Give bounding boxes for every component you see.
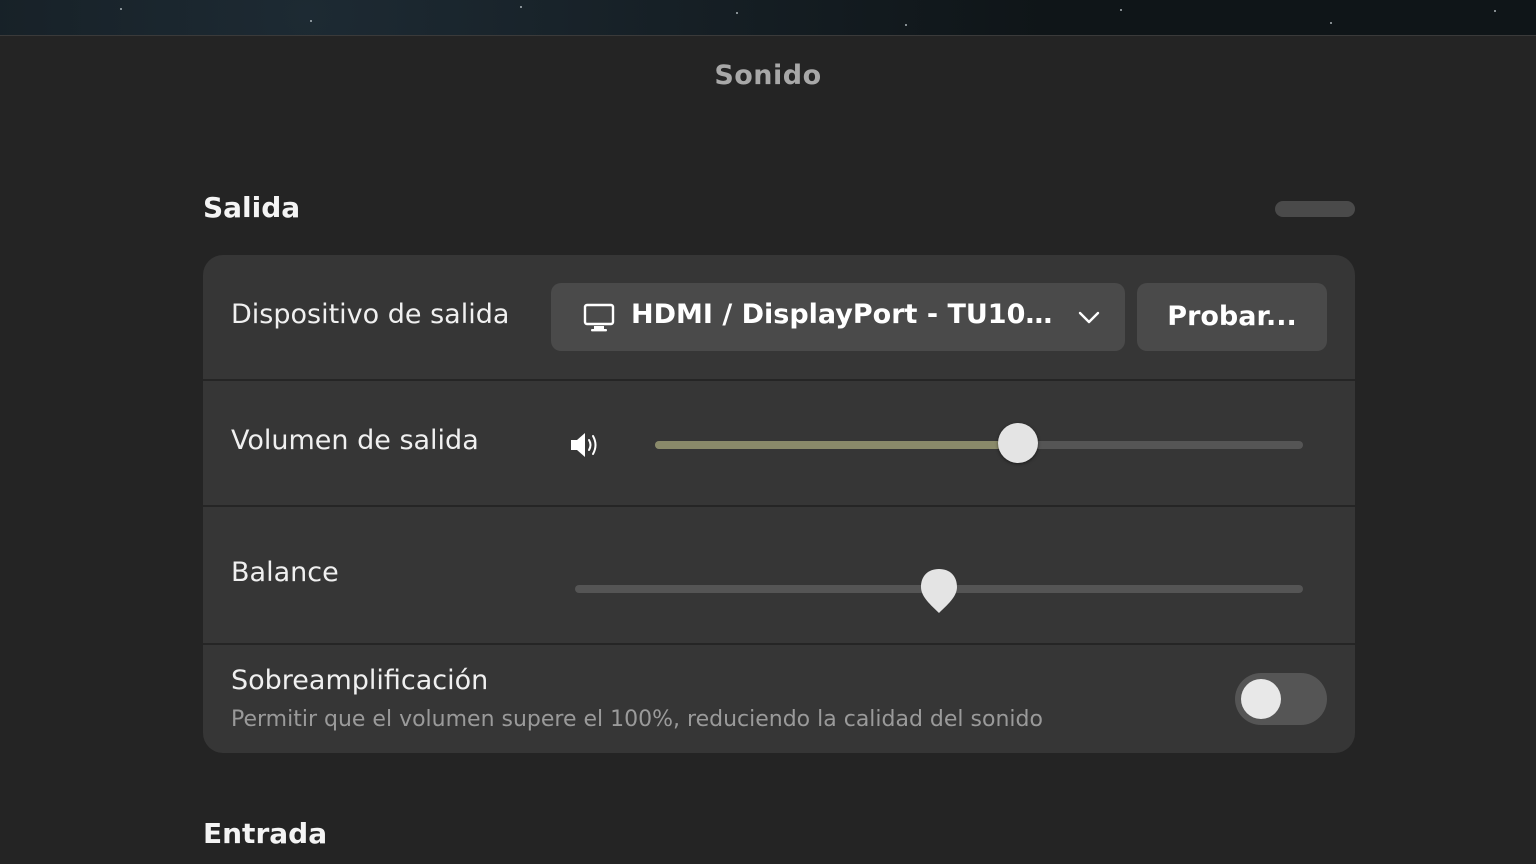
speaker-volume-icon[interactable]	[569, 431, 601, 459]
balance-label: Balance	[231, 557, 339, 588]
monitor-icon	[583, 303, 615, 332]
overamplification-label: Sobreamplificación	[231, 665, 489, 696]
output-settings-card: Dispositivo de salida HDMI / DisplayPort…	[203, 255, 1355, 753]
output-volume-label: Volumen de salida	[231, 425, 479, 456]
volume-slider[interactable]	[655, 441, 1303, 449]
output-section-heading: Salida	[203, 191, 301, 224]
output-device-dropdown[interactable]: HDMI / DisplayPort - TU104 HD Audio Cont…	[551, 283, 1125, 351]
window-title: Sonido	[714, 60, 822, 91]
output-volume-row: Volumen de salida	[203, 381, 1355, 507]
overamplification-row: Sobreamplificación Permitir que el volum…	[203, 645, 1355, 753]
switch-knob	[1241, 679, 1281, 719]
overamplification-switch[interactable]	[1235, 673, 1327, 725]
output-device-selected: HDMI / DisplayPort - TU104 HD Audio Cont…	[631, 299, 1071, 330]
overamplification-description: Permitir que el volumen supere el 100%, …	[231, 707, 1043, 732]
balance-row: Balance	[203, 507, 1355, 645]
output-device-label: Dispositivo de salida	[231, 299, 510, 330]
sound-settings-window: Sonido Salida Dispositivo de salida HDMI…	[0, 36, 1536, 864]
section-indicator	[1275, 201, 1355, 217]
output-device-row: Dispositivo de salida HDMI / DisplayPort…	[203, 255, 1355, 381]
chevron-down-icon	[1078, 311, 1100, 324]
input-section-heading: Entrada	[203, 817, 328, 850]
volume-slider-fill	[655, 441, 1018, 449]
volume-slider-handle[interactable]	[997, 423, 1038, 463]
desktop-wallpaper	[0, 0, 1536, 36]
balance-slider-handle[interactable]	[919, 567, 959, 615]
test-output-button[interactable]: Probar...	[1137, 283, 1327, 351]
